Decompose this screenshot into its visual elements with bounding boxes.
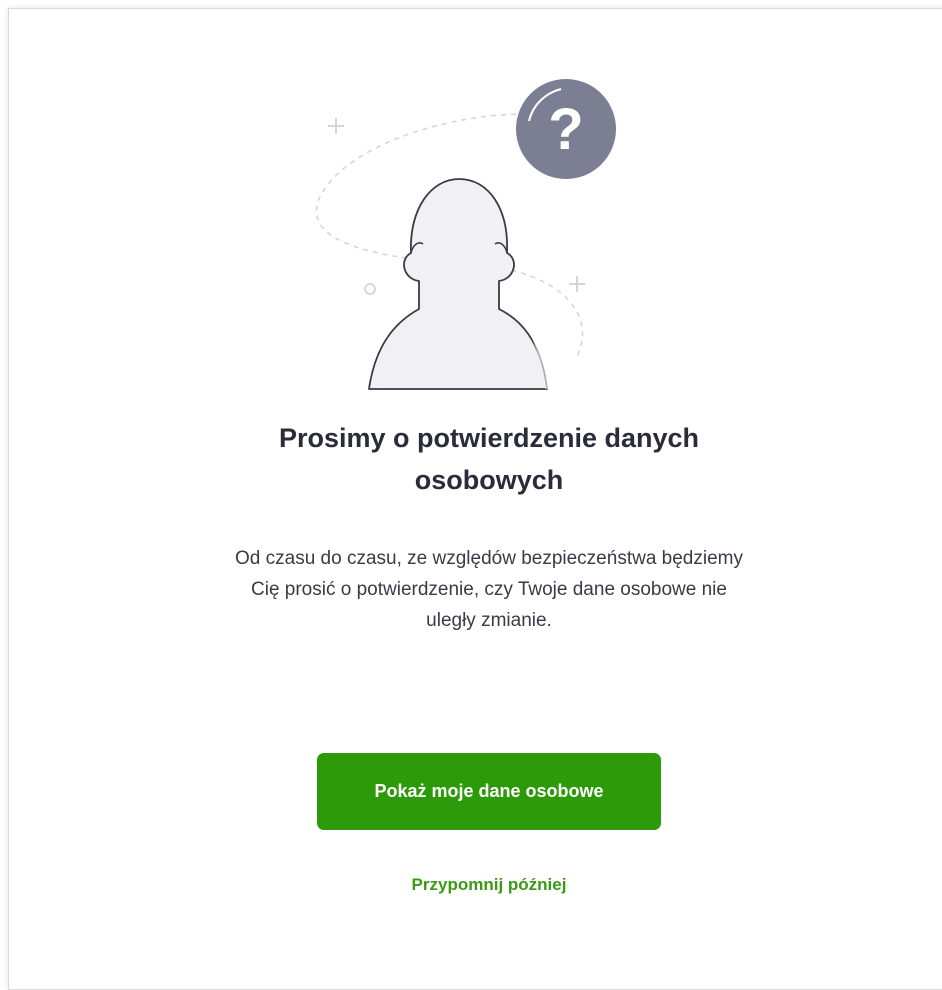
person-question-illustration: ? <box>315 79 616 390</box>
dialog-description: Od czasu do czasu, ze względów bezpiecze… <box>235 548 743 631</box>
show-personal-data-button[interactable]: Pokaż moje dane osobowe <box>317 753 661 830</box>
plus-icon <box>328 118 344 134</box>
person-silhouette-icon <box>368 178 549 390</box>
remind-later-link[interactable]: Przypomnij później <box>339 875 639 895</box>
dialog-title: Prosimy o potwierdzenie danych osobowych <box>278 423 700 495</box>
question-mark-icon: ? <box>516 79 616 179</box>
circle-icon <box>364 283 376 295</box>
dialog-panel: ? Prosimy o potwierdzenie danych osobowy… <box>8 8 942 990</box>
question-mark-glyph: ? <box>548 97 583 162</box>
plus-icon <box>569 276 585 292</box>
